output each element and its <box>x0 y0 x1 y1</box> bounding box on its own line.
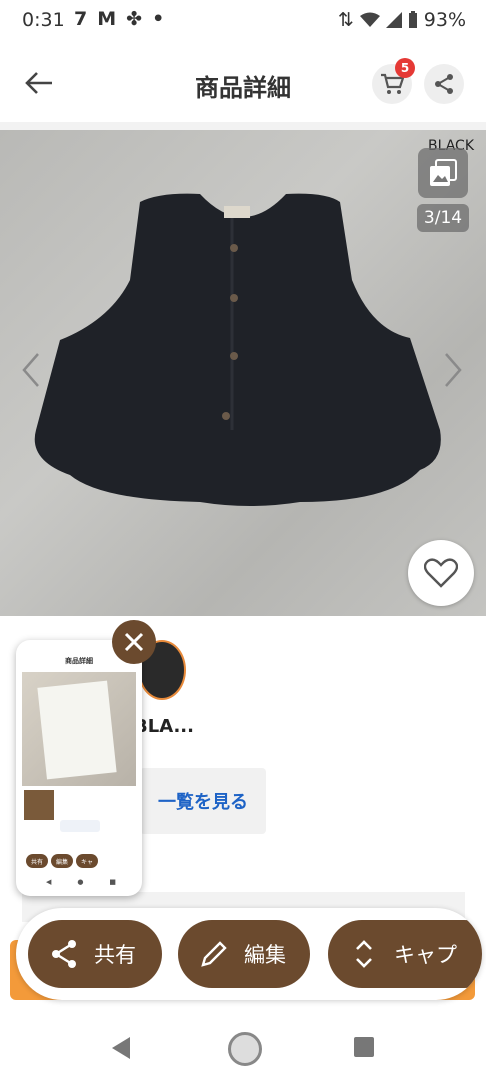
preview-pill: 共有 <box>26 854 49 868</box>
notification-icons: 7 M ✤ • <box>74 8 164 30</box>
capture-action-label: キャプ <box>394 943 457 967</box>
status-bar: 0:31 7 M ✤ • ⇅ 93% <box>0 0 486 44</box>
header-divider <box>0 122 486 130</box>
view-list-button[interactable]: 一覧を見る <box>140 768 266 834</box>
preview-pills: 共有 編集 キャ <box>26 854 99 868</box>
preview-list-button <box>60 820 100 832</box>
triangle-back-icon <box>112 1037 130 1059</box>
preview-nav: ◀ ● ■ <box>46 878 116 886</box>
share-button[interactable] <box>424 64 464 104</box>
vest-photo <box>34 193 441 506</box>
status-time: 0:31 <box>22 9 65 31</box>
heart-icon <box>424 558 458 588</box>
close-preview-button[interactable] <box>112 620 156 664</box>
data-arrows-icon: ⇅ <box>337 9 354 31</box>
nav-recents-button[interactable] <box>354 1037 374 1057</box>
share-icon <box>435 74 453 94</box>
gallery-icon <box>430 159 457 186</box>
preview-recents-icon: ■ <box>109 878 116 886</box>
chevron-left-icon <box>22 353 39 387</box>
app-header: 商品詳細 5 <box>0 44 486 122</box>
gmail-icon: M <box>97 8 117 30</box>
preview-back-icon: ◀ <box>46 878 52 886</box>
edit-action-button[interactable]: 編集 <box>178 920 310 988</box>
close-icon <box>124 632 144 652</box>
prev-image-button[interactable] <box>20 352 42 392</box>
next-image-button[interactable] <box>442 352 464 392</box>
gallery-button[interactable] <box>418 148 468 198</box>
edit-action-label: 編集 <box>244 943 286 967</box>
screenshot-preview[interactable]: 商品詳細 共有 編集 キャ ◀ ● ■ <box>16 640 142 896</box>
share-action-button[interactable]: 共有 <box>28 920 162 988</box>
image-counter: 3/14 <box>417 204 469 232</box>
preview-pill: キャ <box>76 854 99 868</box>
product-title: BLA... <box>134 716 194 737</box>
preview-tag-image <box>37 680 117 780</box>
pencil-icon <box>196 936 232 972</box>
fan-icon: ✤ <box>126 8 143 30</box>
status-right: ⇅ 93% <box>338 9 466 31</box>
capture-more-button[interactable]: キャプ <box>328 920 482 988</box>
preview-pill: 編集 <box>51 854 74 868</box>
wifi-icon <box>359 12 380 27</box>
preview-home-icon: ● <box>77 878 84 886</box>
battery-percent: 93% <box>423 9 466 31</box>
share-icon <box>46 936 82 972</box>
favorite-button[interactable] <box>408 540 474 606</box>
expand-icon <box>346 936 382 972</box>
product-image[interactable]: BLACK 3/14 <box>0 130 486 616</box>
signal-icon <box>385 12 402 28</box>
cart-badge: 5 <box>395 58 415 78</box>
notification-icon: 7 <box>74 8 88 30</box>
system-nav-bar <box>0 1008 486 1080</box>
nav-back-button[interactable] <box>110 1036 132 1064</box>
nav-home-button[interactable] <box>228 1032 262 1066</box>
preview-image <box>22 672 136 786</box>
screenshot-actions: 共有 編集 キャプ <box>16 908 482 1000</box>
chevron-right-icon <box>445 353 462 387</box>
battery-icon <box>408 11 417 28</box>
share-action-label: 共有 <box>94 943 136 967</box>
preview-thumbnail <box>24 790 54 820</box>
dot-icon: • <box>152 8 165 30</box>
